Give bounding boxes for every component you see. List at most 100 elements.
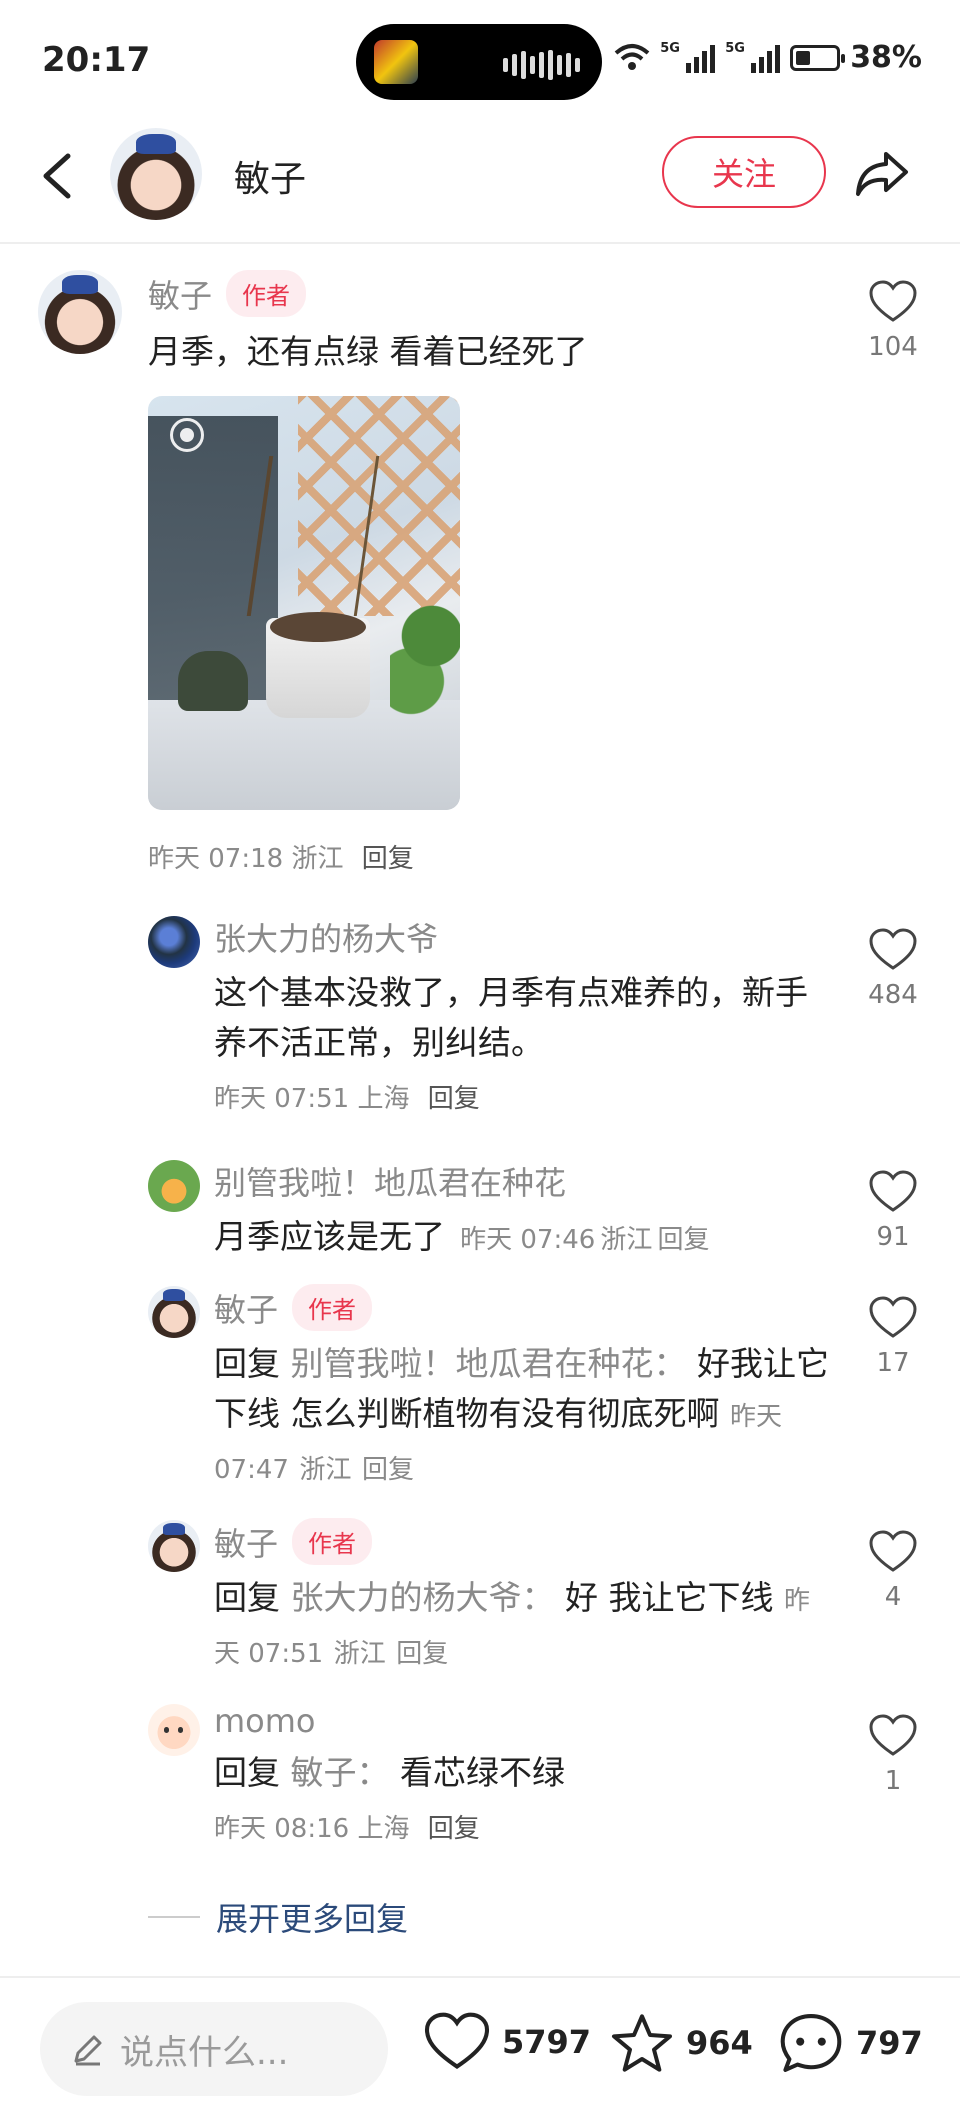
reply-text[interactable]: 回复 张大力的杨大爷： 好 我让它下线 昨天 07:51 浙江 回复 (214, 1573, 834, 1679)
share-button[interactable] (852, 144, 912, 204)
reply-text[interactable]: 回复 敏子： 看芯绿不绿 (214, 1748, 834, 1798)
reply-time: 昨天 08:16 (214, 1814, 350, 1844)
like-count: 4 (884, 1582, 902, 1612)
reply-button[interactable]: 回复 (428, 1084, 480, 1114)
reply-button[interactable]: 回复 (396, 1639, 448, 1669)
like-button[interactable]: 484 (858, 928, 928, 1010)
comment-meta: 昨天 07:18 浙江 回复 (148, 838, 414, 875)
follow-button[interactable]: 关注 (662, 136, 826, 208)
reply-item: momo 回复 敏子： 看芯绿不绿 昨天 08:16 上海 回复 (214, 1702, 834, 1845)
comment-input[interactable]: 说点什么... (40, 2002, 388, 2096)
favorite-total: 964 (686, 2024, 753, 2062)
reply-location: 浙江 (299, 1455, 352, 1485)
bottom-bar: 说点什么... 5797 964 797 (0, 1976, 960, 2122)
like-total: 5797 (502, 2023, 592, 2061)
reply-meta: 昨天 07:51 上海 回复 (214, 1078, 834, 1115)
reply-location: 上海 (357, 1814, 410, 1844)
reply-author[interactable]: 敏子 (214, 1519, 278, 1565)
favorite-stat-button[interactable]: 964 (610, 2012, 753, 2074)
reply-text[interactable]: 回复 别管我啦！地瓜君在种花： 好我让它下线 怎么判断植物有没有彻底死啊 昨天 … (214, 1339, 834, 1495)
heart-icon (424, 2012, 490, 2070)
reply-author[interactable]: momo (214, 1702, 316, 1740)
reply-button[interactable]: 回复 (362, 1455, 414, 1485)
share-icon (856, 152, 908, 196)
header: 敏子 关注 (0, 120, 960, 244)
reply-avatar[interactable] (148, 1520, 200, 1572)
main-comment: 敏子 作者 月季，还有点绿 看着已经死了 (148, 270, 828, 377)
like-count: 104 (868, 332, 918, 362)
battery-icon (790, 44, 846, 71)
reply-time: 昨天 07:51 (214, 1084, 350, 1114)
reply-item: 敏子 作者 回复 别管我啦！地瓜君在种花： 好我让它下线 怎么判断植物有没有彻底… (214, 1284, 834, 1495)
expand-more-label: 展开更多回复 (216, 1900, 409, 1938)
header-username[interactable]: 敏子 (234, 150, 306, 202)
pencil-icon (74, 2035, 102, 2066)
reply-item: 敏子 作者 回复 张大力的杨大爷： 好 我让它下线 昨天 07:51 浙江 回复 (214, 1518, 834, 1679)
reply-button[interactable]: 回复 (658, 1225, 710, 1255)
comment-total: 797 (856, 2024, 923, 2062)
reply-text[interactable]: 这个基本没救了，月季有点难养的，新手养不活正常，别纠结。 (214, 968, 834, 1068)
reply-mention[interactable]: 敏子： (291, 1753, 390, 1792)
status-bar: 20:17 5G 5G 38% (0, 0, 960, 120)
comment-stat-button[interactable]: 797 (778, 2012, 923, 2074)
reply-mention[interactable]: 张大力的杨大爷： (291, 1578, 555, 1617)
signal-icon: 5G (725, 41, 781, 73)
reply-mention[interactable]: 别管我啦！地瓜君在种花： (291, 1344, 687, 1383)
comment-avatar[interactable] (38, 270, 122, 354)
heart-icon (869, 1296, 917, 1338)
author-badge: 作者 (292, 1284, 373, 1331)
reply-author[interactable]: 张大力的杨大爷 (214, 914, 438, 960)
like-count: 1 (884, 1766, 902, 1796)
heart-icon (869, 1530, 917, 1572)
user-avatar[interactable] (110, 128, 202, 220)
reply-time: 昨天 07:46 (460, 1225, 596, 1255)
reply-avatar[interactable] (148, 1160, 200, 1212)
like-button[interactable]: 4 (858, 1530, 928, 1612)
like-button[interactable]: 17 (858, 1296, 928, 1378)
reply-button[interactable]: 回复 (428, 1814, 480, 1844)
dynamic-island[interactable] (356, 24, 602, 100)
reply-author[interactable]: 别管我啦！地瓜君在种花 (214, 1158, 566, 1204)
reply-avatar[interactable] (148, 1704, 200, 1756)
comment-image[interactable] (148, 396, 460, 810)
reply-text[interactable]: 月季应该是无了 (214, 1217, 445, 1256)
author-badge: 作者 (292, 1518, 373, 1565)
comment-author[interactable]: 敏子 (148, 271, 212, 317)
reply-author[interactable]: 敏子 (214, 1285, 278, 1331)
star-icon (612, 2014, 672, 2072)
like-count: 484 (868, 980, 918, 1010)
music-cover-icon (374, 40, 418, 84)
reply-item: 别管我啦！地瓜君在种花 月季应该是无了 昨天 07:46 浙江 回复 (214, 1158, 834, 1262)
reply-location: 浙江 (600, 1225, 653, 1255)
comment-time: 昨天 07:18 (148, 844, 284, 874)
reply-item: 张大力的杨大爷 这个基本没救了，月季有点难养的，新手养不活正常，别纠结。 昨天 … (214, 914, 834, 1115)
comment-input-placeholder: 说点什么... (120, 2032, 289, 2073)
expand-more-replies[interactable]: 展开更多回复 (148, 1894, 408, 1940)
like-count: 91 (876, 1222, 910, 1252)
heart-icon (869, 928, 917, 970)
heart-icon (869, 1170, 917, 1212)
battery-percent: 38% (850, 40, 922, 75)
status-time: 20:17 (42, 40, 151, 80)
like-stat-button[interactable]: 5797 (424, 2012, 591, 2072)
like-button[interactable]: 91 (858, 1170, 928, 1252)
reply-avatar[interactable] (148, 916, 200, 968)
chevron-left-icon (43, 153, 71, 199)
comment-location: 浙江 (291, 844, 344, 874)
heart-icon (869, 1714, 917, 1756)
reply-location: 上海 (357, 1084, 410, 1114)
reply-meta: 昨天 08:16 上海 回复 (214, 1808, 834, 1845)
reply-location: 浙江 (333, 1639, 386, 1669)
live-photo-icon (170, 418, 204, 452)
reply-avatar[interactable] (148, 1286, 200, 1338)
comment-text[interactable]: 月季，还有点绿 看着已经死了 (148, 327, 828, 377)
signal-icon: 5G (660, 41, 716, 73)
wifi-icon (614, 43, 650, 70)
back-button[interactable] (30, 146, 90, 206)
audio-wave-icon (503, 50, 580, 80)
reply-button[interactable]: 回复 (362, 844, 414, 874)
like-button[interactable]: 1 (858, 1714, 928, 1796)
status-icons: 5G 5G 38% (614, 40, 922, 75)
comment-bubble-icon (780, 2014, 842, 2072)
like-button[interactable]: 104 (858, 280, 928, 362)
